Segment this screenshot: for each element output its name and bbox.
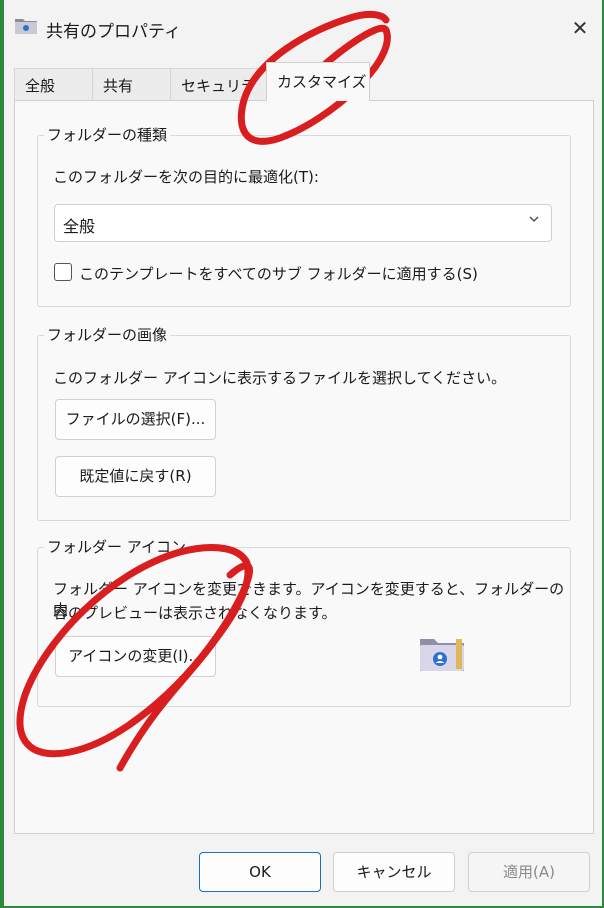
optimize-label: このフォルダーを次の目的に最適化(T): <box>53 168 319 186</box>
folder-icon-description-line2: 容のプレビューは表示されなくなります。 <box>53 604 337 622</box>
tab-sharing[interactable]: 共有 <box>92 68 172 100</box>
optimize-value: 全般 <box>63 217 96 236</box>
folder-type-title: フォルダーの種類 <box>44 124 171 145</box>
close-button[interactable]: ✕ <box>566 14 594 42</box>
cancel-button[interactable]: キャンセル <box>333 852 455 892</box>
change-icon-button[interactable]: アイコンの変更(I)... <box>55 636 216 677</box>
folder-icon-title: フォルダー アイコン <box>44 536 190 557</box>
apply-template-label: このテンプレートをすべてのサブ フォルダーに適用する(S) <box>79 265 478 283</box>
optimize-dropdown[interactable]: 全般 <box>54 204 552 242</box>
folder-preview-icon <box>420 639 464 671</box>
title-bar: 共有のプロパティ ✕ <box>4 0 602 56</box>
restore-default-button[interactable]: 既定値に戻す(R) <box>55 456 216 497</box>
tab-general[interactable]: 全般 <box>14 68 94 100</box>
chevron-down-icon <box>529 216 539 222</box>
folder-picture-title: フォルダーの画像 <box>44 324 171 345</box>
tab-customize[interactable]: カスタマイズ <box>266 62 370 101</box>
customize-panel: フォルダーの種類 このフォルダーを次の目的に最適化(T): 全般 このテンプレー… <box>14 100 594 834</box>
shared-folder-icon <box>15 19 37 34</box>
choose-file-button[interactable]: ファイルの選択(F)... <box>55 399 216 440</box>
folder-icon-group: フォルダー アイコン フォルダー アイコンを変更できます。アイコンを変更すると、… <box>37 536 571 707</box>
window-title: 共有のプロパティ <box>46 22 181 42</box>
folder-type-group: フォルダーの種類 このフォルダーを次の目的に最適化(T): 全般 このテンプレー… <box>37 124 571 307</box>
ok-button[interactable]: OK <box>199 852 321 892</box>
apply-template-checkbox[interactable] <box>54 263 72 281</box>
tab-security[interactable]: セキュリティ <box>170 68 270 129</box>
folder-picture-description: このフォルダー アイコンに表示するファイルを選択してください。 <box>53 369 507 387</box>
folder-picture-group: フォルダーの画像 このフォルダー アイコンに表示するファイルを選択してください。… <box>37 324 571 521</box>
properties-dialog: 共有のプロパティ ✕ 全般 共有 セキュリティ カスタマイズ フォルダーの種類 … <box>4 0 602 906</box>
apply-button[interactable]: 適用(A) <box>468 852 590 892</box>
